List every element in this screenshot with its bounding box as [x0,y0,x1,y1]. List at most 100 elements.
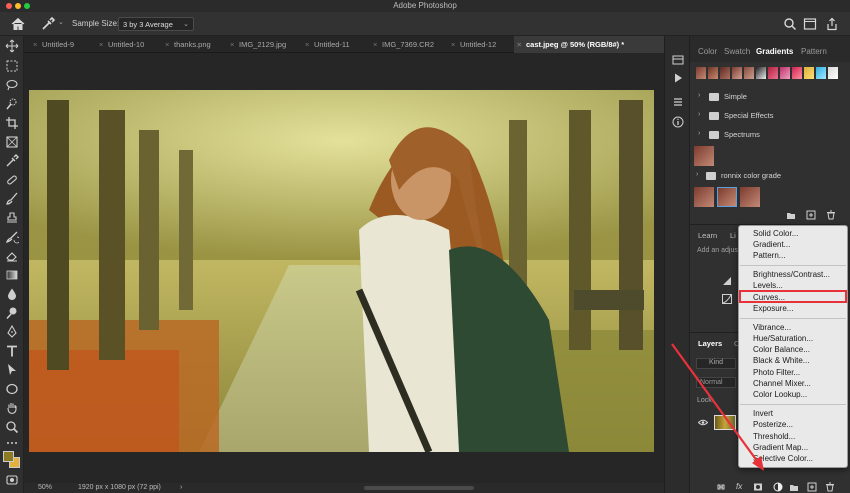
sample-size-select[interactable]: 3 by 3 Average ⌄ [118,17,194,31]
doc-tab[interactable]: × thanks.png [162,36,228,53]
gradient-swatch[interactable] [780,67,790,79]
properties-panel-icon[interactable] [672,96,684,108]
brightness-adjustment-icon[interactable] [722,276,732,286]
menu-item-posterize[interactable]: Posterize... [753,420,793,429]
gradient-swatch[interactable] [804,67,814,79]
menu-item-black-white[interactable]: Black & White... [753,356,809,365]
move-tool-icon[interactable] [5,39,19,53]
horizontal-scrollbar[interactable] [364,486,474,490]
eyedropper-icon[interactable] [40,16,56,32]
new-group-icon[interactable] [786,210,796,220]
doc-tab[interactable]: × IMG_2129.jpg [227,36,299,53]
close-tab-icon[interactable]: × [99,36,103,53]
menu-item-color-lookup[interactable]: Color Lookup... [753,390,807,399]
gradient-swatch[interactable] [816,67,826,79]
gradient-folder-expanded[interactable]: › ronnix color grade [690,168,840,184]
lasso-tool-icon[interactable] [5,78,19,92]
doc-tab[interactable]: × Untitled-9 [30,36,100,53]
menu-item-gradient-map[interactable]: Gradient Map... [753,443,808,452]
gradient-tool-icon[interactable] [5,268,19,282]
home-icon[interactable] [10,16,26,32]
gradient-folder[interactable]: › Simple [690,89,840,105]
zoom-level[interactable]: 50% [38,484,52,491]
tab-patterns[interactable]: Pattern [801,47,827,56]
gradient-thumbnail[interactable] [740,187,760,207]
adjustment-layer-icon[interactable] [773,482,783,492]
workspace-icon[interactable] [803,17,817,31]
menu-item-photo-filter[interactable]: Photo Filter... [753,368,800,377]
gradient-thumbnail[interactable] [694,187,714,207]
menu-item-hue-saturation[interactable]: Hue/Saturation... [753,334,813,343]
doc-tab[interactable]: × Untitled-10 [96,36,164,53]
trash-icon[interactable] [825,482,835,492]
tab-learn[interactable]: Learn [698,231,717,240]
tab-layers[interactable]: Layers [698,339,722,348]
visibility-eye-icon[interactable] [698,419,708,426]
marquee-tool-icon[interactable] [5,59,19,73]
menu-item-levels[interactable]: Levels... [753,281,783,290]
gradient-swatch[interactable] [756,67,766,79]
new-group-icon[interactable] [789,482,799,492]
path-selection-tool-icon[interactable] [5,363,19,377]
menu-item-selective-color[interactable]: Selective Color... [753,454,813,463]
hand-tool-icon[interactable] [5,401,19,415]
gradient-swatch[interactable] [792,67,802,79]
gradient-swatch[interactable] [768,67,778,79]
healing-brush-tool-icon[interactable] [5,173,19,187]
menu-item-gradient[interactable]: Gradient... [753,240,790,249]
status-menu-arrow[interactable]: › [180,484,182,491]
close-tab-icon[interactable]: × [230,36,234,53]
fx-icon[interactable]: fx [736,482,746,492]
new-layer-icon[interactable] [807,482,817,492]
play-actions-icon[interactable] [672,72,684,84]
tab-swatches[interactable]: Swatch [724,47,750,56]
history-panel-icon[interactable] [672,54,684,66]
menu-item-color-balance[interactable]: Color Balance... [753,345,810,354]
tab-color[interactable]: Color [698,47,717,56]
close-tab-icon[interactable]: × [373,36,377,53]
search-icon[interactable] [783,17,797,31]
gradient-swatch[interactable] [696,67,706,79]
gradient-thumbnail[interactable] [694,146,714,166]
gradient-swatch[interactable] [744,67,754,79]
curves-adjustment-icon[interactable] [722,294,732,304]
new-gradient-icon[interactable] [806,210,816,220]
tab-libraries[interactable]: Li [730,231,736,240]
dodge-tool-icon[interactable] [5,306,19,320]
menu-item-channel-mixer[interactable]: Channel Mixer... [753,379,811,388]
tab-gradients[interactable]: Gradients [756,47,793,56]
gradient-swatch[interactable] [732,67,742,79]
eraser-tool-icon[interactable] [5,249,19,263]
menu-item-pattern[interactable]: Pattern... [753,251,785,260]
link-layers-icon[interactable] [716,482,726,492]
gradient-folder[interactable]: › Special Effects [690,108,840,124]
close-tab-icon[interactable]: × [33,36,37,53]
gradient-swatch[interactable] [720,67,730,79]
quick-mask-icon[interactable] [5,473,19,487]
gradient-thumbnail-selected[interactable] [717,187,737,207]
blur-tool-icon[interactable] [5,287,19,301]
gradient-folder[interactable]: › Spectrums [690,127,840,143]
frame-tool-icon[interactable] [5,135,19,149]
crop-tool-icon[interactable] [5,116,19,130]
pen-tool-icon[interactable] [5,325,19,339]
doc-tab-active[interactable]: × cast.jpeg @ 50% (RGB/8#) * [514,36,664,53]
menu-item-solid-color[interactable]: Solid Color... [753,229,798,238]
history-brush-tool-icon[interactable] [5,230,19,244]
gradient-swatch[interactable] [828,67,838,79]
trash-icon[interactable] [826,210,836,220]
close-tab-icon[interactable]: × [451,36,455,53]
brush-tool-icon[interactable] [5,192,19,206]
gradient-swatch[interactable] [708,67,718,79]
clone-stamp-tool-icon[interactable] [5,211,19,225]
document-image[interactable] [29,90,654,452]
menu-item-vibrance[interactable]: Vibrance... [753,323,791,332]
more-tools-icon[interactable] [5,436,19,450]
layer-thumbnail[interactable] [714,415,736,430]
layer-filter-kind[interactable]: Kind [696,358,736,369]
type-tool-icon[interactable] [5,344,19,358]
menu-item-invert[interactable]: Invert [753,409,773,418]
menu-item-threshold[interactable]: Threshold... [753,432,795,441]
blend-mode-select[interactable]: Normal [696,377,736,388]
share-icon[interactable] [825,17,839,31]
